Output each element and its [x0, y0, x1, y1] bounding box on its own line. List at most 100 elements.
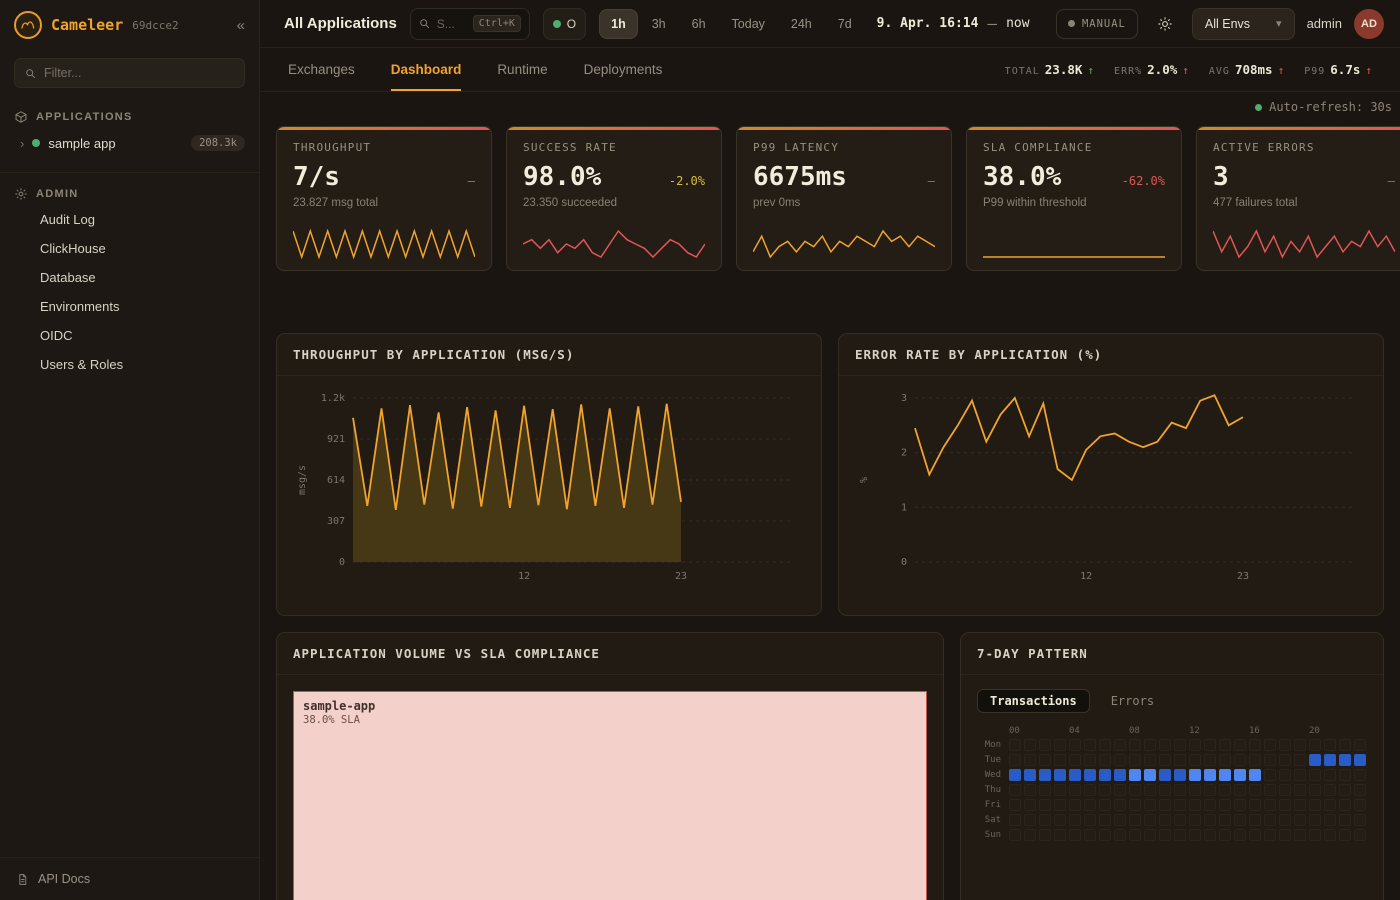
- heatmap-row: Mon: [977, 739, 1367, 751]
- sidebar-item-audit-log[interactable]: Audit Log: [0, 205, 259, 234]
- error-rate-line-chart: 01231223%: [853, 386, 1361, 592]
- theme-toggle-button[interactable]: [1150, 9, 1180, 39]
- auto-refresh-indicator[interactable]: Auto-refresh: 30s: [260, 92, 1400, 122]
- time-range-today[interactable]: Today: [720, 9, 777, 39]
- tab-runtime[interactable]: Runtime: [497, 48, 547, 91]
- heatmap-cell: [1204, 799, 1216, 811]
- heatmap-row: Sat: [977, 814, 1367, 826]
- api-docs-label: API Docs: [38, 872, 90, 886]
- treemap-node-sample-app[interactable]: sample-app 38.0% SLA: [293, 691, 927, 900]
- svg-text:1: 1: [901, 502, 907, 513]
- admin-section-header: ADMIN: [0, 183, 259, 205]
- applications-label: APPLICATIONS: [36, 111, 133, 123]
- time-range-6h[interactable]: 6h: [680, 9, 718, 39]
- sidebar-item-clickhouse[interactable]: ClickHouse: [0, 234, 259, 263]
- heatmap-cell: [1249, 829, 1261, 841]
- heatmap-cell: [1039, 769, 1051, 781]
- arrow-up-icon: ↑: [1365, 64, 1372, 77]
- applications-icon: [14, 110, 28, 124]
- heatmap-cell: [1099, 814, 1111, 826]
- heatmap-cell: [1309, 799, 1321, 811]
- tab-deployments[interactable]: Deployments: [584, 48, 663, 91]
- sidebar-item-environments[interactable]: Environments: [0, 292, 259, 321]
- datetime-display: 9. Apr. 16:14 — now: [877, 14, 1030, 33]
- user-name: admin: [1307, 16, 1342, 31]
- api-docs-link[interactable]: API Docs: [0, 857, 259, 900]
- environment-select[interactable]: All Envs ▾: [1192, 8, 1295, 40]
- sidebar-item-users-roles[interactable]: Users & Roles: [0, 350, 259, 379]
- heatmap-cell: [1294, 799, 1306, 811]
- kpi-subtitle: 23.350 succeeded: [523, 197, 705, 209]
- pattern-tabs: Transactions Errors: [977, 689, 1367, 713]
- current-datetime[interactable]: 9. Apr. 16:14: [877, 16, 979, 31]
- heatmap-row: Fri: [977, 799, 1367, 811]
- document-icon: [16, 873, 29, 886]
- heatmap-cell: [1084, 814, 1096, 826]
- time-range-1h[interactable]: 1h: [599, 9, 638, 39]
- tab-transactions[interactable]: Transactions: [977, 689, 1090, 713]
- heatmap-cell: [1204, 829, 1216, 841]
- heatmap-cell: [1339, 829, 1351, 841]
- heatmap-cell: [1294, 829, 1306, 841]
- heatmap-cell: [1159, 784, 1171, 796]
- collapse-sidebar-icon[interactable]: «: [237, 17, 245, 34]
- tab-exchanges[interactable]: Exchanges: [288, 48, 355, 91]
- heatmap-cell: [1249, 739, 1261, 751]
- heatmap-cell: [1189, 814, 1201, 826]
- tab-dashboard[interactable]: Dashboard: [391, 48, 462, 91]
- time-range-24h[interactable]: 24h: [779, 9, 824, 39]
- heatmap-cell: [1144, 784, 1156, 796]
- live-status-toggle[interactable]: O: [543, 8, 586, 40]
- heatmap-cell: [1084, 739, 1096, 751]
- search-input[interactable]: [437, 17, 467, 31]
- filter-input[interactable]: [44, 66, 235, 80]
- heatmap-cell: [1084, 769, 1096, 781]
- heatmap-cell: [1279, 829, 1291, 841]
- kpi-delta: –: [928, 174, 935, 188]
- heatmap-cell: [1219, 814, 1231, 826]
- heatmap-cell: [1354, 829, 1366, 841]
- time-range-7d[interactable]: 7d: [826, 9, 864, 39]
- heatmap-cell: [1294, 769, 1306, 781]
- heatmap-cell: [1009, 829, 1021, 841]
- manual-refresh-button[interactable]: MANUAL: [1056, 9, 1138, 39]
- kpi-card-p99-latency: P99 LATENCY 6675ms – prev 0ms: [736, 126, 952, 271]
- time-range-3h[interactable]: 3h: [640, 9, 678, 39]
- heatmap-cell: [1264, 829, 1276, 841]
- heatmap-cell: [1009, 769, 1021, 781]
- now-label[interactable]: now: [1006, 16, 1029, 31]
- kpi-sparkline: [983, 226, 1165, 260]
- kpi-value: 6675ms: [753, 162, 847, 192]
- kpi-card-active-errors: ACTIVE ERRORS 3 – 477 failures total: [1196, 126, 1400, 271]
- heatmap-cell: [1189, 799, 1201, 811]
- kpi-value: 3: [1213, 162, 1229, 192]
- svg-text:0: 0: [901, 557, 907, 568]
- weekly-heatmap: 000408121620MonTueWedThuFriSatSun: [977, 726, 1367, 841]
- time-range-selector: 1h 3h 6h Today 24h 7d: [599, 9, 864, 39]
- heatmap-cell: [1069, 799, 1081, 811]
- heatmap-cell: [1219, 739, 1231, 751]
- svg-text:3: 3: [901, 393, 907, 404]
- sidebar-item-sample-app[interactable]: › sample app 208.3k: [0, 128, 259, 158]
- heatmap-cell: [1039, 814, 1051, 826]
- heatmap-cell: [1324, 829, 1336, 841]
- heatmap-cell: [1264, 769, 1276, 781]
- search-icon: [24, 67, 37, 80]
- sidebar-item-oidc[interactable]: OIDC: [0, 321, 259, 350]
- kpi-subtitle: 23.827 msg total: [293, 197, 475, 209]
- heatmap-cell: [1024, 799, 1036, 811]
- heatmap-cell: [1144, 769, 1156, 781]
- heatmap-cell: [1159, 739, 1171, 751]
- user-avatar[interactable]: AD: [1354, 9, 1384, 39]
- heatmap-cell: [1204, 814, 1216, 826]
- sidebar-item-database[interactable]: Database: [0, 263, 259, 292]
- gear-icon: [14, 187, 28, 201]
- tab-errors[interactable]: Errors: [1098, 689, 1167, 713]
- chevron-right-icon[interactable]: ›: [20, 136, 24, 151]
- heatmap-cell: [1219, 754, 1231, 766]
- heatmap-cell: [1129, 784, 1141, 796]
- global-search[interactable]: Ctrl+K: [410, 8, 530, 40]
- svg-text:23: 23: [1237, 571, 1249, 582]
- heatmap-cell: [1249, 769, 1261, 781]
- heatmap-cell: [1339, 739, 1351, 751]
